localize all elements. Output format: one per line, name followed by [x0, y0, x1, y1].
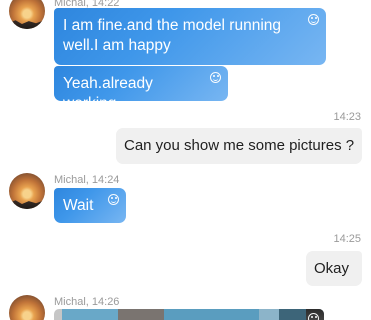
- sender-avatar[interactable]: [9, 295, 45, 320]
- sender-avatar[interactable]: [9, 173, 45, 209]
- message-meta: Michal, 14:26: [54, 296, 120, 308]
- incoming-message-bubble[interactable]: Wait: [54, 188, 126, 223]
- chat-conversation: Michal, 14:22 I am fine.and the model ru…: [0, 0, 371, 320]
- message-time: 14:23: [333, 111, 361, 123]
- incoming-image-message[interactable]: [54, 309, 324, 320]
- message-text-line: I am fine.and the model running: [63, 17, 281, 34]
- message-text: Yeah.already working: [63, 75, 153, 112]
- smile-icon[interactable]: [308, 14, 319, 25]
- smile-icon[interactable]: [210, 72, 221, 83]
- incoming-message-bubble[interactable]: I am fine.and the model running well.I a…: [54, 8, 326, 65]
- message-time: 14:25: [333, 233, 361, 245]
- smile-icon[interactable]: [308, 313, 319, 320]
- message-meta: Michal, 14:24: [54, 174, 120, 186]
- sender-avatar[interactable]: [9, 0, 45, 29]
- message-text: Wait: [63, 197, 94, 214]
- message-text: Can you show me some pictures ?: [124, 137, 355, 154]
- message-text-line: well.I am happy: [63, 37, 171, 54]
- smile-icon[interactable]: [108, 194, 119, 205]
- outgoing-message-bubble[interactable]: Can you show me some pictures ?: [116, 128, 362, 164]
- message-text: Okay: [314, 260, 350, 277]
- outgoing-message-bubble[interactable]: Okay: [306, 251, 362, 286]
- incoming-message-bubble[interactable]: Yeah.already working: [54, 66, 228, 112]
